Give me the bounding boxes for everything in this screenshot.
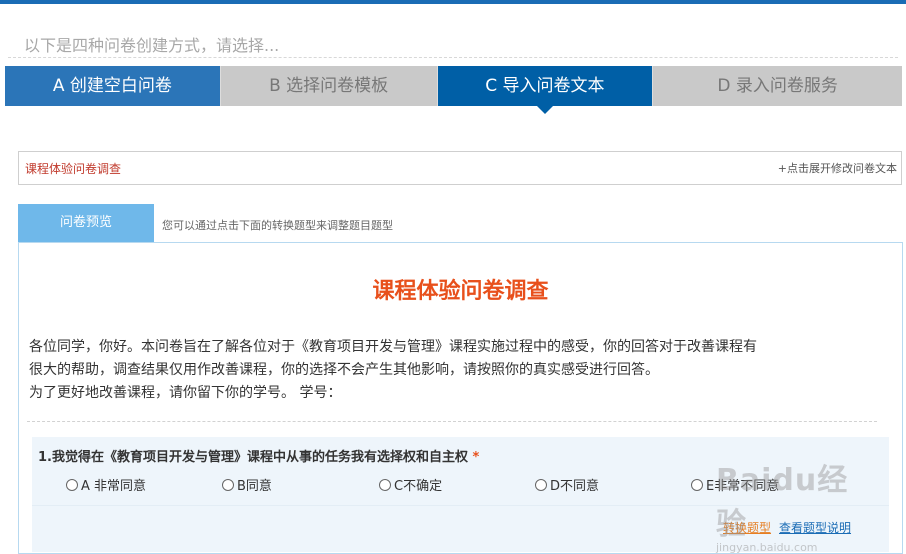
option-c[interactable]: C不确定 [379, 475, 442, 494]
tab-create-blank[interactable]: A 创建空白问卷 [5, 66, 220, 106]
survey-title: 课程体验问卷调查 [372, 279, 549, 304]
radio-icon[interactable] [535, 478, 547, 491]
radio-icon[interactable] [379, 478, 391, 491]
question-block: 1.我觉得在《教育项目开发与管理》课程中从事的任务我有选择权和自主权 * A 非… [32, 437, 889, 552]
survey-name-label: 课程体验问卷调查 [25, 162, 122, 176]
expand-edit-link[interactable]: +点击展开修改问卷文本 [778, 160, 897, 176]
option-label: C不确定 [394, 479, 443, 494]
description-line: 很大的帮助，调查结果仅用作改善课程，你的选择不会产生其他影响，请按照你的真实感受… [29, 362, 659, 378]
convert-type-link[interactable]: 转换题型 [723, 519, 771, 536]
top-accent-bar [0, 0, 906, 4]
tab-entry-service[interactable]: D 录入问卷服务 [652, 66, 903, 106]
tab-preview[interactable]: 问卷预览 [18, 204, 154, 242]
creation-method-tabs: A 创建空白问卷 B 选择问卷模板 C 导入问卷文本 D 录入问卷服务 [5, 66, 903, 114]
option-label: E非常不同意 [706, 479, 780, 494]
option-b[interactable]: B同意 [222, 475, 272, 494]
tab-select-template[interactable]: B 选择问卷模板 [219, 66, 437, 106]
intro-text: 以下是四种问卷创建方式，请选择... [24, 36, 280, 55]
option-e[interactable]: E非常不同意 [691, 475, 779, 494]
radio-icon[interactable] [222, 478, 234, 491]
option-d[interactable]: D不同意 [535, 475, 599, 494]
preview-panel: 课程体验问卷调查 各位同学，你好。本问卷旨在了解各位对于《教育项目开发与管理》课… [18, 242, 903, 554]
question-text: 1.我觉得在《教育项目开发与管理》课程中从事的任务我有选择权和自主权 [38, 450, 468, 465]
survey-description: 各位同学，你好。本问卷旨在了解各位对于《教育项目开发与管理》课程实施过程中的感受… [29, 336, 889, 405]
description-divider [27, 421, 877, 422]
survey-title-box: 课程体验问卷调查 +点击展开修改问卷文本 [18, 151, 902, 185]
option-label: B同意 [237, 479, 272, 494]
question-divider [32, 505, 889, 506]
radio-icon[interactable] [66, 478, 78, 491]
description-line: 各位同学，你好。本问卷旨在了解各位对于《教育项目开发与管理》课程实施过程中的感受… [29, 339, 757, 355]
tab-import-text[interactable]: C 导入问卷文本 [436, 66, 653, 114]
preview-hint: 您可以通过点击下面的转换题型来调整题目题型 [162, 219, 393, 232]
type-explanation-link[interactable]: 查看题型说明 [779, 519, 851, 536]
option-label: A 非常同意 [81, 479, 147, 494]
radio-icon[interactable] [691, 478, 703, 491]
option-a[interactable]: A 非常同意 [66, 475, 146, 494]
question-title: 1.我觉得在《教育项目开发与管理》课程中从事的任务我有选择权和自主权 * [38, 446, 479, 465]
option-label: D不同意 [550, 479, 600, 494]
description-line: 为了更好地改善课程，请你留下你的学号。 学号： [29, 385, 342, 401]
intro-divider [8, 57, 898, 58]
required-mark: * [472, 450, 480, 465]
